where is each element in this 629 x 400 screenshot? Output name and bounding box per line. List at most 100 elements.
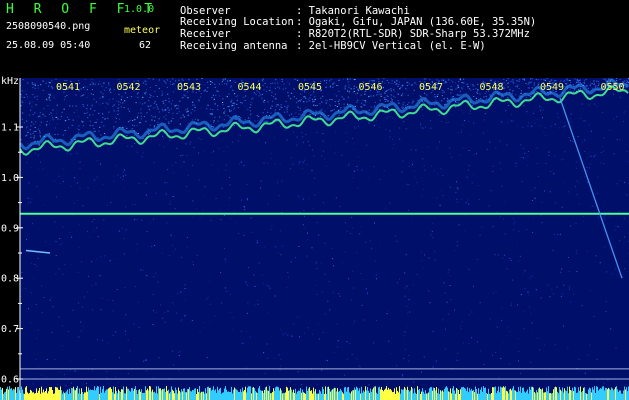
noise-speck — [261, 131, 263, 133]
noise-speck — [336, 323, 338, 325]
noise-bar-segment — [230, 392, 231, 400]
noise-bar-segment — [364, 391, 365, 400]
noise-speck — [312, 99, 314, 101]
noise-speck — [479, 234, 481, 236]
noise-speck — [200, 107, 202, 109]
noise-speck — [263, 282, 264, 284]
noise-bar-segment — [506, 390, 507, 400]
noise-speck — [113, 181, 115, 183]
noise-speck — [364, 93, 366, 95]
noise-speck — [394, 81, 396, 83]
noise-bar-segment — [147, 388, 148, 400]
noise-bar-segment — [461, 387, 462, 400]
noise-speck — [614, 229, 616, 231]
noise-speck — [161, 90, 163, 92]
noise-speck — [472, 84, 474, 86]
noise-speck — [394, 96, 396, 98]
noise-speck — [33, 137, 35, 139]
noise-bar-segment — [101, 392, 102, 400]
noise-speck — [504, 201, 506, 203]
noise-speck — [589, 290, 591, 292]
noise-speck — [192, 264, 194, 266]
noise-speck — [102, 84, 104, 86]
noise-speck — [378, 241, 380, 243]
noise-speck — [284, 111, 286, 113]
noise-speck — [51, 331, 53, 333]
noise-speck — [134, 219, 136, 221]
noise-speck — [410, 149, 412, 151]
noise-speck — [241, 199, 242, 201]
noise-bar-segment — [345, 387, 346, 400]
noise-speck — [78, 132, 80, 134]
noise-speck — [76, 199, 78, 201]
noise-speck — [423, 356, 425, 358]
noise-bar-segment — [38, 390, 39, 400]
noise-speck — [596, 358, 598, 360]
noise-bar-segment — [516, 391, 517, 400]
noise-speck — [495, 147, 497, 149]
noise-bar-segment — [142, 392, 143, 400]
noise-speck — [158, 357, 160, 359]
noise-speck — [136, 125, 138, 127]
noise-speck — [534, 122, 536, 124]
noise-speck — [192, 102, 194, 103]
noise-speck — [500, 216, 501, 218]
noise-speck — [312, 207, 314, 209]
noise-speck — [327, 300, 329, 302]
noise-speck — [479, 302, 481, 304]
noise-speck — [270, 83, 272, 85]
noise-speck — [101, 298, 103, 299]
noise-speck — [334, 152, 336, 154]
noise-speck — [590, 83, 592, 85]
noise-speck — [246, 198, 248, 200]
noise-bar-segment — [531, 386, 532, 400]
noise-speck — [124, 126, 126, 128]
noise-speck — [257, 303, 259, 305]
noise-speck — [287, 92, 289, 94]
noise-bar-segment — [46, 388, 47, 400]
noise-speck — [230, 110, 232, 112]
noise-bar-segment — [352, 390, 353, 400]
noise-bar-segment — [85, 392, 86, 400]
noise-bar-segment — [562, 387, 563, 400]
noise-speck — [315, 262, 317, 264]
noise-speck — [219, 372, 221, 374]
noise-speck — [37, 85, 39, 86]
time-label: 0549 — [540, 82, 564, 93]
noise-speck — [290, 261, 292, 263]
noise-speck — [147, 133, 149, 135]
noise-bar-segment — [86, 386, 87, 400]
noise-speck — [357, 99, 359, 101]
noise-bar-segment — [90, 389, 91, 400]
noise-speck — [398, 102, 400, 104]
noise-bar-segment — [321, 393, 322, 400]
noise-speck — [435, 99, 437, 101]
noise-speck — [394, 82, 396, 83]
noise-speck — [149, 131, 152, 133]
noise-speck — [384, 92, 386, 94]
noise-speck — [400, 87, 402, 89]
noise-speck — [591, 205, 593, 207]
noise-speck — [495, 351, 497, 353]
noise-bar-segment — [244, 390, 245, 400]
noise-speck — [67, 331, 69, 332]
noise-speck — [433, 170, 435, 172]
noise-speck — [267, 101, 269, 103]
noise-speck — [534, 198, 536, 200]
noise-speck — [289, 381, 291, 383]
noise-speck — [455, 101, 457, 103]
noise-speck — [299, 109, 301, 111]
noise-speck — [55, 255, 57, 257]
noise-bar-segment — [11, 388, 12, 400]
noise-bar-segment — [257, 392, 258, 400]
noise-speck — [537, 99, 539, 101]
noise-speck — [222, 102, 224, 103]
noise-speck — [506, 102, 508, 104]
noise-speck — [471, 337, 473, 339]
noise-bar-segment — [389, 389, 390, 400]
noise-speck — [446, 101, 448, 102]
noise-speck — [547, 284, 549, 286]
noise-speck — [48, 114, 50, 116]
noise-speck — [298, 246, 300, 247]
noise-speck — [290, 157, 292, 159]
